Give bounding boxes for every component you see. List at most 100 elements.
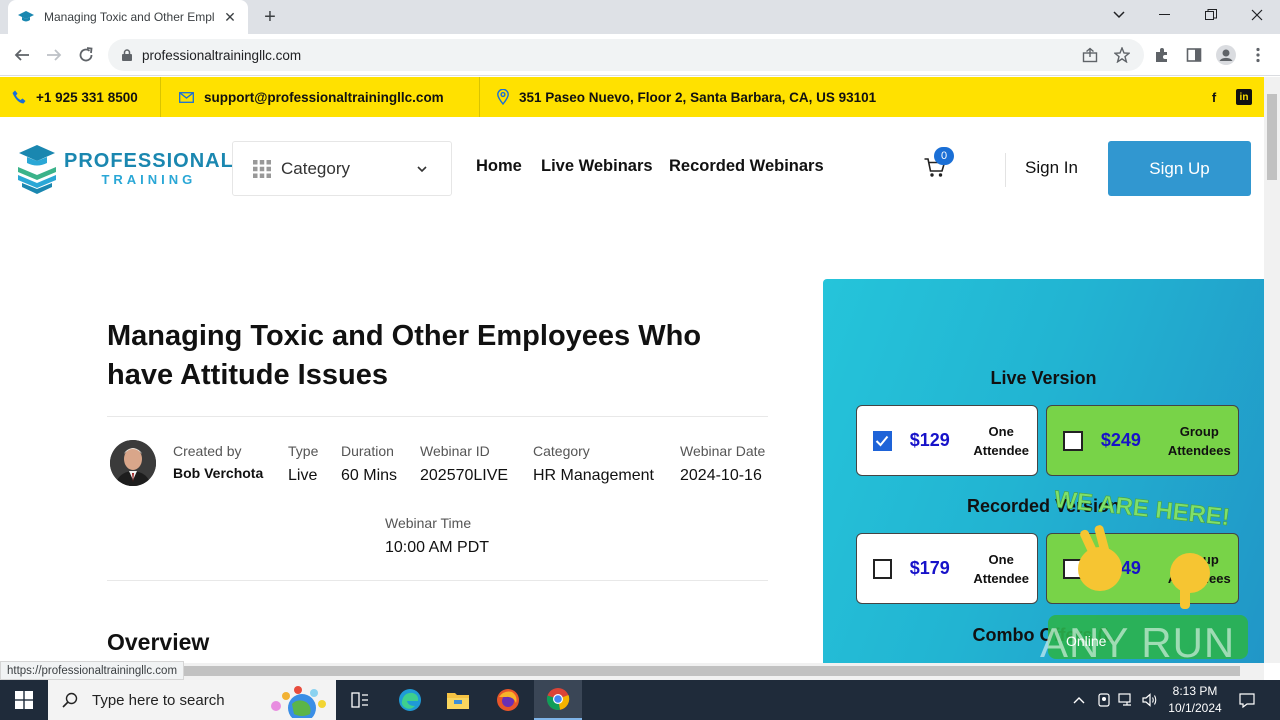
search-placeholder: Type here to search	[92, 691, 225, 709]
checkbox-checked-icon[interactable]	[873, 430, 892, 451]
street-address: 351 Paseo Nuevo, Floor 2, Santa Barbara,…	[519, 89, 877, 105]
watermark-text: WE ARE HERE!	[1053, 487, 1231, 531]
restore-button[interactable]	[1188, 0, 1234, 30]
id-label: Webinar ID	[420, 443, 490, 459]
nav-recorded-webinars[interactable]: Recorded Webinars	[669, 157, 824, 176]
type-value: Live	[288, 467, 318, 484]
lock-icon[interactable]	[120, 48, 134, 62]
site-logo[interactable]: PROFESSIONAL TRAINING	[16, 143, 234, 195]
divider	[160, 77, 161, 117]
instructor-avatar	[110, 440, 156, 486]
phone-link[interactable]: +1 925 331 8500	[12, 77, 138, 117]
book-cap-logo-icon	[16, 143, 58, 195]
contact-bar: +1 925 331 8500 support@professionaltrai…	[0, 77, 1264, 117]
duration-value: 60 Mins	[341, 467, 398, 484]
vertical-scrollbar[interactable]	[1264, 77, 1280, 663]
live-version-heading: Live Version	[990, 368, 1097, 388]
vertical-scroll-thumb[interactable]	[1267, 94, 1277, 180]
taskbar-search-box[interactable]: Type here to search	[48, 680, 336, 720]
logo-text-professional: PROFESSIONAL	[64, 150, 234, 172]
email-link[interactable]: support@professionaltrainingllc.com	[179, 77, 444, 117]
bookmark-star-icon[interactable]	[1110, 43, 1134, 67]
attendee-type: One Attendee	[973, 423, 1030, 458]
category-dropdown[interactable]: Category	[232, 141, 452, 196]
type-label: Type	[288, 443, 319, 459]
envelope-icon	[179, 91, 194, 103]
checkbox-icon[interactable]	[873, 558, 892, 579]
address-link[interactable]: 351 Paseo Nuevo, Floor 2, Santa Barbara,…	[497, 77, 876, 117]
facebook-icon[interactable]: f	[1206, 89, 1222, 105]
forward-arrow-icon[interactable]	[42, 43, 66, 67]
date-value: 2024-10-16	[680, 467, 762, 484]
minimize-button[interactable]	[1142, 0, 1188, 30]
webinar-date: Webinar Date 2024-10-16	[680, 442, 765, 486]
webinar-category: Category HR Management	[533, 442, 654, 486]
facebook-glyph: f	[1211, 89, 1217, 105]
instructor-name[interactable]: Bob Verchota	[173, 465, 263, 481]
extensions-puzzle-icon[interactable]	[1150, 43, 1174, 67]
category-value: HR Management	[533, 467, 654, 484]
close-window-button[interactable]	[1234, 0, 1280, 30]
address-bar[interactable]: professionaltrainingllc.com	[108, 39, 1144, 71]
sign-in-link[interactable]: Sign In	[1025, 158, 1078, 178]
web-page: +1 925 331 8500 support@professionaltrai…	[0, 77, 1264, 663]
status-bar-url: https://professionaltrainingllc.com	[0, 661, 185, 680]
profile-avatar-icon[interactable]	[1214, 43, 1238, 67]
chevron-up-icon[interactable]	[1071, 692, 1087, 708]
notification-center-icon[interactable]	[1239, 692, 1255, 708]
created-by: Created by Bob Verchota	[173, 442, 263, 481]
grid-icon	[253, 159, 271, 178]
attendee-type: One Attendee	[973, 551, 1030, 586]
back-arrow-icon[interactable]	[10, 43, 34, 67]
taskbar-clock[interactable]: 8:13 PM 10/1/2024	[1160, 683, 1230, 717]
checkbox-icon[interactable]	[1063, 430, 1083, 451]
nav-live-webinars[interactable]: Live Webinars	[541, 157, 653, 176]
people-icon[interactable]	[1096, 692, 1112, 708]
date-label: Webinar Date	[680, 443, 766, 459]
network-icon[interactable]	[1118, 692, 1134, 708]
more-menu-icon[interactable]	[1246, 43, 1270, 67]
firefox-icon[interactable]	[484, 680, 532, 720]
email-address: support@professionaltrainingllc.com	[204, 89, 444, 105]
share-icon[interactable]	[1078, 43, 1102, 67]
webinar-type: Type Live	[288, 442, 318, 486]
divider	[479, 77, 480, 117]
sign-up-button[interactable]: Sign Up	[1108, 141, 1251, 196]
close-tab-icon[interactable]: ✕	[222, 9, 238, 26]
reload-icon[interactable]	[74, 43, 98, 67]
price: $129	[909, 430, 950, 450]
volume-icon[interactable]	[1142, 692, 1158, 708]
file-explorer-icon[interactable]	[434, 680, 482, 720]
edge-browser-icon[interactable]	[386, 680, 434, 720]
browser-tab[interactable]: Managing Toxic and Other Empl ✕	[8, 0, 248, 34]
side-panel-icon[interactable]	[1182, 43, 1206, 67]
price: $179	[909, 558, 950, 578]
windows-start-icon[interactable]	[0, 680, 48, 720]
duration-label: Duration	[341, 443, 394, 459]
nav-home[interactable]: Home	[476, 157, 522, 176]
browser-tab-strip: Managing Toxic and Other Empl ✕ +	[0, 0, 1280, 34]
new-tab-button[interactable]: +	[258, 5, 282, 29]
divider	[1005, 153, 1006, 187]
linkedin-glyph: in	[1239, 91, 1249, 103]
webinar-title: Managing Toxic and Other Employees Who h…	[107, 320, 702, 391]
map-pin-icon	[497, 89, 509, 105]
linkedin-icon[interactable]: in	[1236, 89, 1252, 105]
horizontal-scroll-thumb[interactable]	[16, 666, 1240, 676]
live-group-attendees-option[interactable]: $249 Group Attendees	[1046, 405, 1239, 476]
attendee-type: Group Attendees	[1167, 423, 1231, 458]
divider	[107, 580, 768, 581]
chrome-icon[interactable]	[534, 680, 582, 720]
task-view-icon[interactable]	[336, 680, 384, 720]
created-by-label: Created by	[173, 443, 242, 459]
recorded-one-attendee-option[interactable]: $179 One Attendee	[856, 533, 1038, 604]
live-one-attendee-option[interactable]: $129 One Attendee	[856, 405, 1038, 476]
tab-title: Managing Toxic and Other Empl	[44, 10, 215, 24]
chevron-down-icon	[417, 160, 427, 178]
url-text: professionaltrainingllc.com	[142, 47, 302, 63]
id-value: 202570LIVE	[420, 467, 509, 484]
tab-search-chevron-icon[interactable]	[1096, 0, 1142, 30]
price: $249	[1100, 430, 1141, 450]
clock-time: 8:13 PM	[1172, 684, 1218, 698]
horizontal-scrollbar[interactable]	[0, 663, 1264, 680]
